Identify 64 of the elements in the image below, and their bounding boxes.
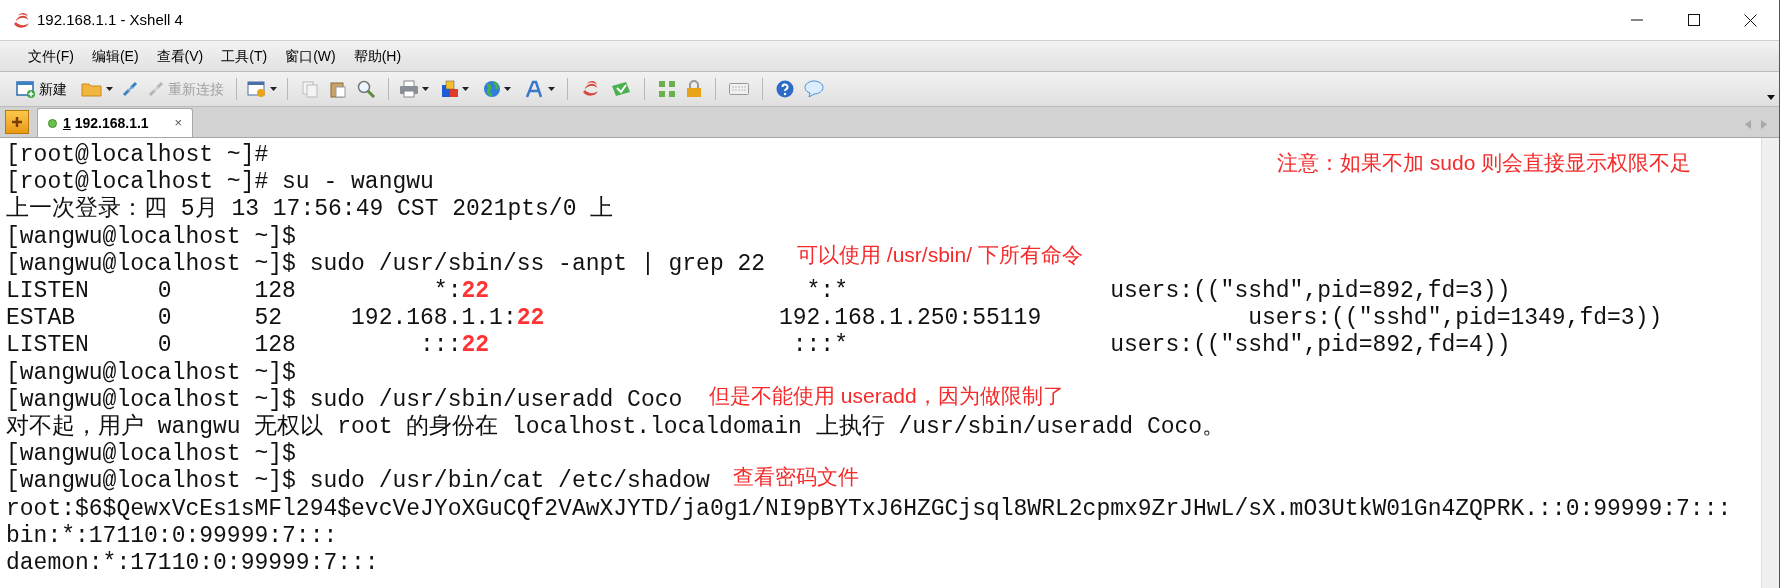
checkmark-icon: [611, 80, 631, 98]
menu-item[interactable]: 帮助(H): [345, 43, 410, 69]
caret-icon: [548, 87, 555, 91]
speech-bubble-icon: [804, 80, 824, 98]
add-tab-button[interactable]: [5, 110, 29, 134]
annotation-note: 可以使用 /usr/sbin/ 下所有命令: [797, 242, 1083, 268]
terminal-line: bin:*:17110:0:99999:7:::: [6, 522, 338, 551]
search-icon: [357, 80, 375, 98]
font-icon: [525, 80, 545, 98]
caret-icon[interactable]: [1767, 95, 1775, 100]
scrollbar[interactable]: [1761, 138, 1779, 588]
terminal-line: [wangwu@localhost ~]$: [6, 359, 296, 387]
annotation-note: 注意：如果不加 sudo 则会直接显示权限不足: [1277, 150, 1692, 176]
terminal-line: 对不起，用户 wangwu 无权以 root 的身份在 localhost.localdomain 上执行 /usr/sbin/useradd Coco。: [6, 414, 1226, 442]
new-window-icon: [16, 80, 36, 98]
caret-icon: [270, 87, 277, 91]
close-icon: [1744, 13, 1757, 27]
tab-label[interactable]: 1 192.168.1.1: [63, 112, 149, 134]
caret-icon: [422, 87, 429, 91]
fullscreen-icon: [658, 80, 676, 98]
folder-icon: [81, 81, 103, 97]
menu-item[interactable]: 编辑(E): [83, 43, 147, 69]
terminal-line: root:$6$QewxVcEs1sMFl294$evcVeJYoXGuCQf2VAwXJYTD/ja0g1/NI9pBYTxJ6HZGCjsql8WRL2cpmx9ZrJHwL/sX.mO3UtkW01Gn4ZQPRK.::0:99999:7:::: [6, 495, 1732, 523]
terminal-line: daemon:*:17110:0:99999:7:::: [6, 550, 379, 578]
close-tab-button[interactable]: ×: [174, 113, 182, 133]
help-icon: [776, 80, 794, 98]
clipboard-icon: [329, 80, 347, 98]
globe-icon: [483, 80, 501, 98]
minimize-icon: [1630, 19, 1643, 21]
terminal-line: [wangwu@localhost ~]$ sudo /usr/sbin/useradd Coco: [6, 386, 683, 413]
terminal-line: LISTEN 0 128 *:22 *:* users:(("sshd",pid=892,fd=3)): [6, 278, 1511, 306]
terminal-line: LISTEN 0 128 :::22 :::* users:(("sshd",pid=892,fd=4)): [6, 332, 1511, 360]
menu-item[interactable]: 工具(T): [213, 43, 276, 69]
terminal-line: [wangwu@localhost ~]$: [6, 441, 296, 469]
annotation-note: 查看密码文件: [733, 464, 859, 490]
window-gear-icon: [247, 80, 267, 98]
terminal-line: 上一次登录：四 5月 13 17:56:49 CST 2021pts/0 上: [6, 196, 614, 224]
app-logo-icon: [12, 11, 31, 29]
menu-item[interactable]: 文件(F): [20, 43, 82, 69]
link-icon: [121, 80, 139, 98]
keyboard-icon: [729, 82, 749, 96]
terminal-line: [wangwu@localhost ~]$ sudo /usr/bin/cat /etc/shadow: [6, 468, 710, 496]
terminal-line: [root@localhost ~]#: [6, 142, 269, 170]
printer-icon: [399, 80, 419, 98]
colored-squares-icon: [441, 80, 459, 98]
link-icon: [147, 80, 165, 98]
menu-item[interactable]: 窗口(W): [277, 43, 344, 69]
app-logo-icon: [581, 80, 601, 98]
terminal-line: ESTAB 0 52 192.168.1.1:22 192.168.1.250:55119 users:(("sshd",pid=1349,fd=3)): [6, 305, 1663, 333]
terminal-line: [wangwu@localhost ~]$: [6, 223, 296, 251]
caret-icon: [462, 87, 469, 91]
terminal-line: [wangwu@localhost ~]$ sudo /usr/sbin/ss -anpt | grep 22: [6, 250, 766, 278]
caret-icon: [504, 87, 511, 91]
copy-icon: [301, 80, 319, 98]
new-session-button[interactable]: 新建: [12, 75, 71, 103]
terminal-line: [root@localhost ~]# su - wangwu: [6, 169, 434, 196]
annotation-note: 但是不能使用 useradd，因为做限制了: [709, 383, 1064, 409]
maximize-icon: [1687, 14, 1700, 26]
caret-icon: [106, 87, 113, 91]
lock-icon: [686, 80, 702, 98]
plus-icon: [11, 116, 23, 128]
window-title: 192.168.1.1 - Xshell 4: [37, 9, 183, 30]
session-tab[interactable]: 1 192.168.1.1 ×: [37, 108, 193, 137]
menu-item[interactable]: 查看(V): [148, 43, 212, 69]
